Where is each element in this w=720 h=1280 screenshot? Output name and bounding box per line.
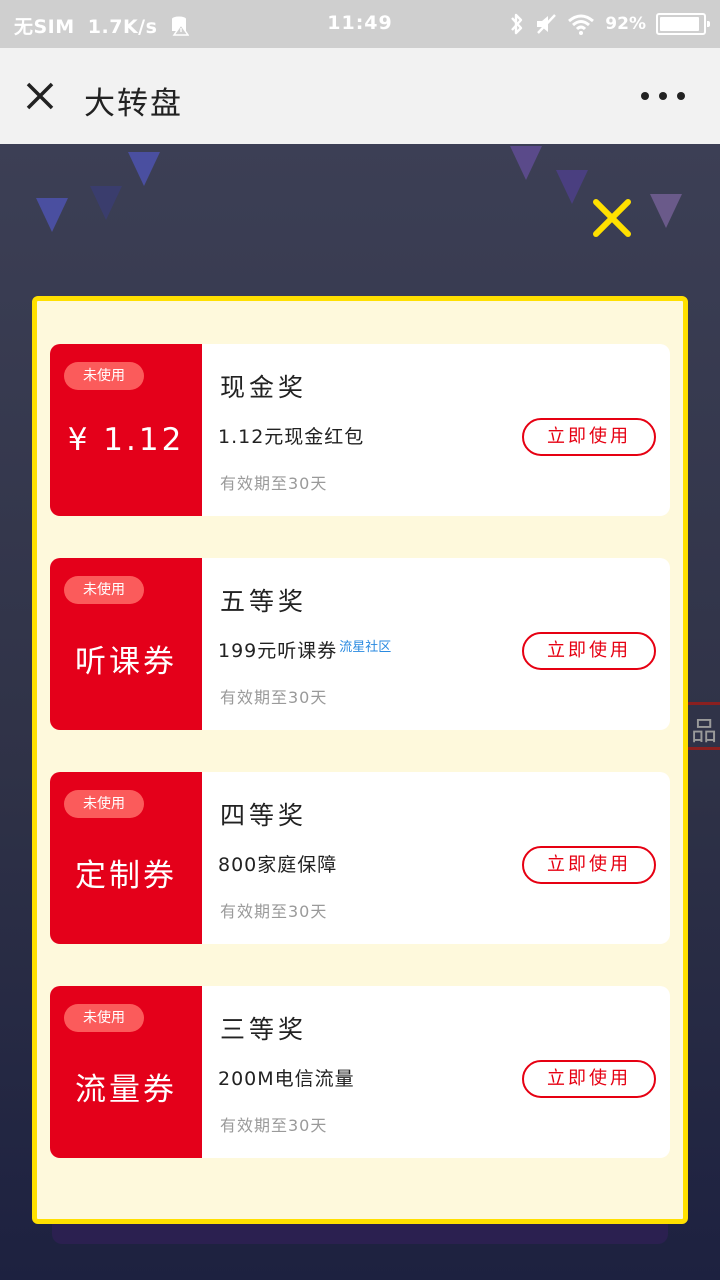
page-title: 大转盘 — [84, 86, 183, 122]
bunting-flag — [36, 198, 68, 232]
validity-text: 有效期至30天 — [220, 1116, 328, 1135]
prize-card: 未使用 听课券 五等奖 199元听课券 流星社区 有效期至30天 立即使用 — [50, 558, 670, 730]
prize-description-text: 200M电信流量 — [218, 1068, 355, 1090]
bunting-flag — [556, 170, 588, 204]
more-options-icon[interactable] — [636, 84, 690, 108]
prize-name: 三等奖 — [220, 1015, 308, 1044]
close-icon[interactable] — [18, 74, 62, 118]
validity-text: 有效期至30天 — [220, 474, 328, 493]
prize-description-text: 199元听课券 — [218, 640, 338, 662]
bunting-flag — [650, 194, 682, 228]
prize-card: 未使用 流量券 三等奖 200M电信流量 有效期至30天 立即使用 — [50, 986, 670, 1158]
use-now-button[interactable]: 立即使用 — [522, 846, 656, 884]
prize-description-text: 800家庭保障 — [218, 854, 338, 876]
bluetooth-icon — [511, 13, 523, 35]
battery-icon — [656, 13, 710, 35]
prize-description: 800家庭保障 — [218, 850, 339, 877]
prize-description-text: 1.12元现金红包 — [218, 426, 365, 448]
mute-icon — [537, 14, 557, 34]
prize-name: 四等奖 — [220, 801, 308, 830]
prize-modal: 未使用 ¥ 1.12 现金奖 1.12元现金红包 有效期至30天 立即使用 未使… — [32, 296, 688, 1224]
status-badge: 未使用 — [64, 362, 144, 390]
modal-close-icon[interactable] — [590, 196, 634, 240]
prize-card: 未使用 ¥ 1.12 现金奖 1.12元现金红包 有效期至30天 立即使用 — [50, 344, 670, 516]
prize-description: 1.12元现金红包 — [218, 422, 366, 449]
coupon-value: ¥ 1.12 — [67, 422, 185, 458]
status-badge: 未使用 — [64, 1004, 144, 1032]
use-now-button[interactable]: 立即使用 — [522, 632, 656, 670]
bunting-flag — [510, 146, 542, 180]
prize-name: 五等奖 — [220, 587, 308, 616]
prize-tag: 流星社区 — [339, 640, 392, 655]
battery-percent: 92% — [605, 14, 646, 34]
coupon-value: 流量券 — [75, 1072, 177, 1108]
bunting-flag — [128, 152, 160, 186]
status-badge: 未使用 — [64, 576, 144, 604]
side-label: 品 — [684, 702, 720, 750]
wifi-icon — [568, 14, 595, 35]
coupon-value: 定制券 — [75, 858, 177, 894]
app-bar: 大转盘 — [0, 48, 720, 144]
bunting-flag — [90, 186, 122, 220]
status-bar: 无SIM 1.7K/s 11:49 92% — [0, 0, 720, 48]
use-now-button[interactable]: 立即使用 — [522, 1060, 656, 1098]
validity-text: 有效期至30天 — [220, 902, 328, 921]
status-right: 92% — [509, 11, 710, 37]
battery-fill — [660, 17, 699, 31]
prize-card: 未使用 定制券 四等奖 800家庭保障 有效期至30天 立即使用 — [50, 772, 670, 944]
status-badge: 未使用 — [64, 790, 144, 818]
prize-description: 200M电信流量 — [218, 1064, 357, 1091]
prize-description: 199元听课券 流星社区 — [218, 636, 391, 663]
coupon-value: 听课券 — [75, 644, 177, 680]
prize-name: 现金奖 — [220, 373, 308, 402]
validity-text: 有效期至30天 — [220, 688, 328, 707]
use-now-button[interactable]: 立即使用 — [522, 418, 656, 456]
